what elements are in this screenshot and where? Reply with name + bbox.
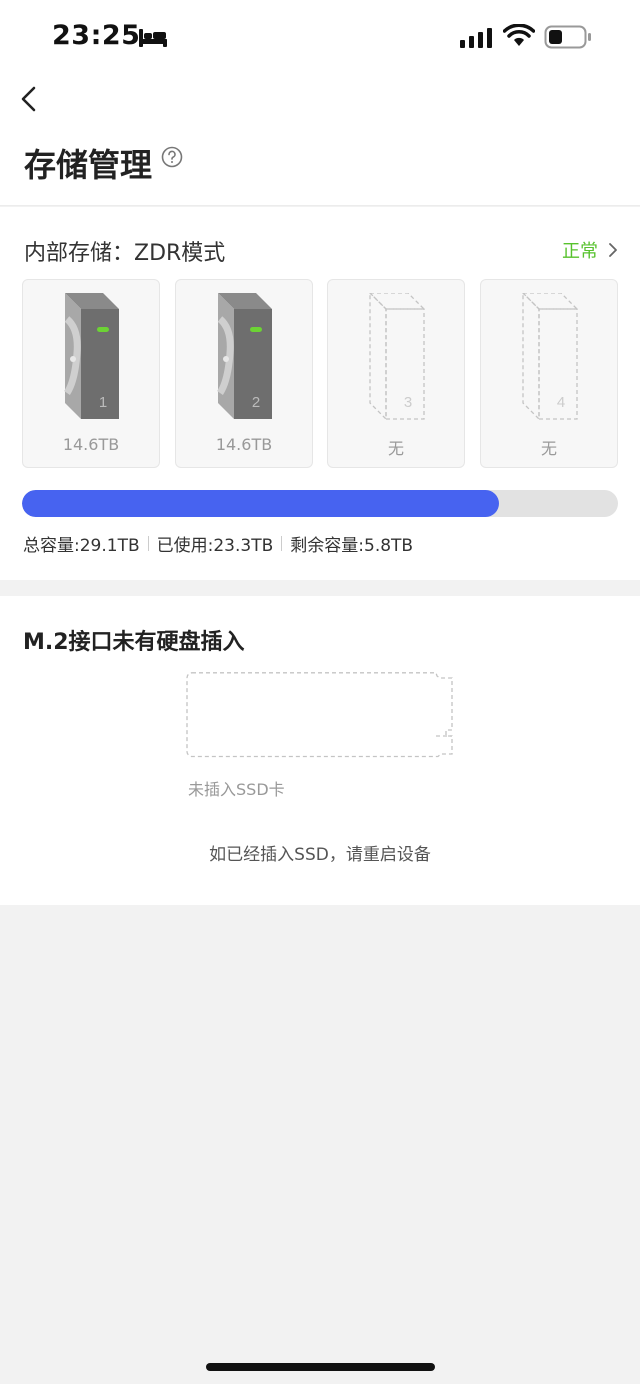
disk-bay-3[interactable]: 3 无 — [327, 279, 465, 468]
wifi-icon — [503, 24, 535, 46]
hard-drive-icon: 1 — [63, 293, 119, 419]
battery-icon — [544, 25, 591, 49]
storage-status-label: 正常 — [562, 241, 598, 262]
storage-status-link[interactable]: 正常 — [562, 237, 618, 263]
disk-slot-number: 3 — [404, 394, 412, 411]
ssd-card-outline-icon — [186, 672, 453, 758]
empty-drive-slot-icon: 3 — [369, 293, 426, 421]
disk-bay-1[interactable]: 1 14.6TB — [22, 279, 160, 468]
storage-stats: 总容量:29.1TB 已使用:23.3TB 剩余容量:5.8TB — [23, 531, 413, 556]
m2-title: M.2接口未有硬盘插入 — [23, 630, 245, 655]
disk-bay-4[interactable]: 4 无 — [480, 279, 618, 468]
page-title: 存储管理 — [24, 146, 153, 184]
chevron-right-icon — [609, 243, 617, 257]
disk-capacity: 无 — [387, 439, 404, 458]
status-time: 23:25 — [52, 20, 141, 51]
status-bar: 23:25 — [0, 0, 640, 76]
disk-bay-2[interactable]: 2 14.6TB — [175, 279, 313, 468]
disk-slot-number: 2 — [252, 394, 260, 411]
restart-hint: 如已经插入SSD，请重启设备 — [209, 845, 431, 865]
chevron-left-icon[interactable] — [14, 82, 48, 116]
divider — [147, 536, 149, 551]
storage-usage-fill — [22, 490, 499, 517]
question-circle-icon[interactable] — [161, 146, 183, 168]
disk-bays: 1 14.6TB 2 14.6TB 3 无 4 无 — [22, 279, 618, 468]
disk-capacity: 14.6TB — [215, 435, 273, 454]
m2-slot-card: M.2接口未有硬盘插入 未插入SSD卡 如已经插入SSD，请重启设备 — [0, 596, 640, 905]
hard-drive-icon: 2 — [216, 293, 272, 419]
home-indicator[interactable] — [206, 1363, 435, 1371]
ssd-caption: 未插入SSD卡 — [188, 780, 285, 799]
page-header: 存储管理 — [0, 76, 640, 206]
cellular-signal-icon — [460, 28, 492, 48]
disk-capacity: 14.6TB — [62, 435, 120, 454]
empty-drive-slot-icon: 4 — [522, 293, 579, 421]
disk-slot-number: 4 — [557, 394, 565, 411]
internal-storage-card: 内部存储：ZDR模式 正常 1 14.6TB 2 14.6TB 3 无 4 无 … — [0, 207, 640, 580]
storage-usage-bar — [22, 490, 618, 517]
sleep-bed-icon — [139, 29, 167, 47]
internal-storage-title: 内部存储：ZDR模式 — [24, 241, 226, 266]
used-capacity: 已使用:23.3TB — [156, 536, 274, 556]
disk-slot-number: 1 — [99, 394, 107, 411]
total-capacity: 总容量:29.1TB — [23, 536, 140, 556]
remaining-capacity: 剩余容量:5.8TB — [290, 536, 414, 556]
divider — [281, 536, 283, 551]
disk-capacity: 无 — [540, 439, 557, 458]
